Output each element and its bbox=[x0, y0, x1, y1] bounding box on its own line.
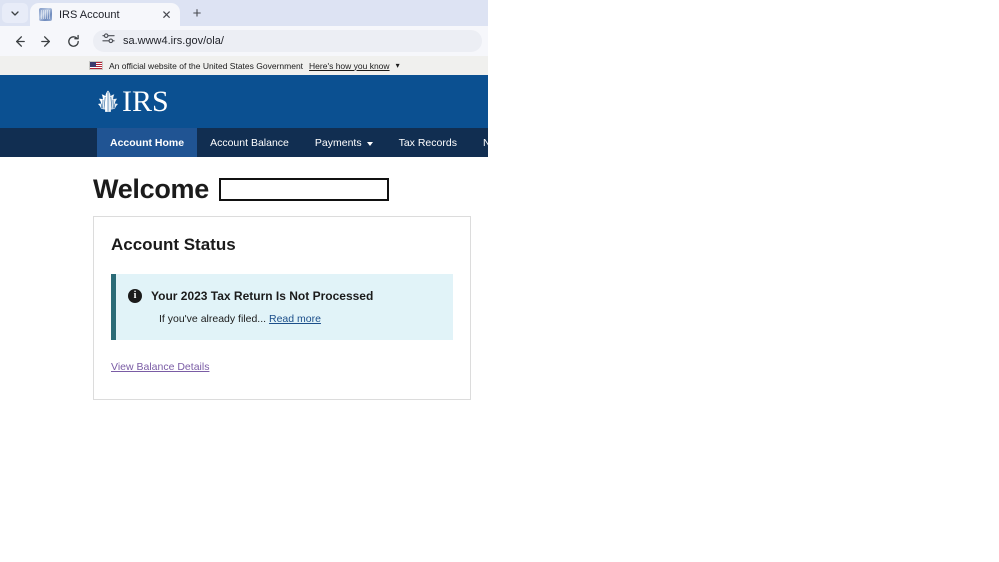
status-alert-body: If you've already filed... Read more bbox=[128, 313, 439, 325]
nav-label: Tax Records bbox=[398, 136, 457, 149]
usa-banner-text: An official website of the United States… bbox=[109, 60, 304, 71]
nav-item-account-balance[interactable]: Account Balance bbox=[197, 128, 302, 157]
status-alert-title: Your 2023 Tax Return Is Not Processed bbox=[151, 289, 374, 303]
nav-item-account-home[interactable]: Account Home bbox=[97, 128, 198, 157]
reload-button[interactable] bbox=[60, 28, 86, 54]
nav-item-tax-records[interactable]: Tax Records bbox=[386, 128, 470, 157]
page-viewport: An official website of the United States… bbox=[0, 56, 488, 562]
tab-strip: IRS Account ✕ + bbox=[0, 0, 488, 26]
irs-logo-link[interactable]: IRS bbox=[93, 84, 169, 118]
main-content: Welcome Account Status i Your 2023 Tax R… bbox=[0, 157, 488, 400]
us-flag-icon bbox=[89, 61, 103, 70]
heres-how-you-know-link[interactable]: Here's how you know bbox=[309, 61, 390, 71]
info-icon: i bbox=[128, 289, 142, 303]
nav-label: Payments bbox=[314, 136, 362, 149]
usa-official-banner: An official website of the United States… bbox=[0, 56, 488, 75]
chevron-down-icon bbox=[10, 8, 20, 18]
chevron-down-icon bbox=[366, 141, 373, 146]
irs-eagle-icon bbox=[93, 87, 123, 117]
irs-wordmark: IRS bbox=[122, 84, 169, 118]
address-bar[interactable]: sa.www4.irs.gov/ola/ bbox=[93, 30, 482, 52]
status-alert-text: If you've already filed... bbox=[159, 313, 267, 325]
tune-sliders-icon[interactable] bbox=[102, 32, 115, 50]
url-text: sa.www4.irs.gov/ola/ bbox=[123, 35, 224, 47]
primary-navigation: Account Home Account Balance Payments Ta… bbox=[0, 128, 488, 157]
arrow-right-icon bbox=[39, 34, 54, 49]
chevron-down-icon[interactable]: ▾ bbox=[396, 61, 400, 70]
new-tab-button[interactable]: + bbox=[186, 2, 208, 24]
irs-favicon bbox=[39, 8, 52, 21]
account-status-card: Account Status i Your 2023 Tax Return Is… bbox=[93, 216, 471, 400]
back-button[interactable] bbox=[6, 28, 32, 54]
browser-window: IRS Account ✕ + sa.www4.irs.gov/ola/ An … bbox=[0, 0, 488, 562]
page-title: Welcome bbox=[93, 174, 209, 204]
arrow-left-icon bbox=[12, 34, 27, 49]
status-alert-header: i Your 2023 Tax Return Is Not Processed bbox=[128, 289, 439, 303]
status-alert: i Your 2023 Tax Return Is Not Processed … bbox=[111, 274, 453, 340]
nav-label: Notices bbox=[482, 136, 488, 149]
nav-item-payments[interactable]: Payments bbox=[302, 128, 386, 157]
tab-search-button[interactable] bbox=[2, 3, 28, 23]
forward-button[interactable] bbox=[33, 28, 59, 54]
nav-label: Account Home bbox=[110, 136, 185, 149]
account-status-title: Account Status bbox=[111, 235, 236, 254]
tab-title: IRS Account bbox=[59, 8, 120, 21]
irs-masthead: IRS bbox=[0, 75, 488, 128]
view-balance-details-link[interactable]: View Balance Details bbox=[111, 361, 209, 373]
close-icon[interactable]: ✕ bbox=[159, 7, 174, 22]
browser-tab[interactable]: IRS Account ✕ bbox=[30, 3, 180, 26]
reload-icon bbox=[66, 34, 81, 49]
browser-toolbar: sa.www4.irs.gov/ola/ bbox=[0, 26, 488, 56]
nav-item-notices[interactable]: Notices bbox=[470, 128, 488, 157]
welcome-row: Welcome bbox=[93, 176, 488, 203]
nav-label: Account Balance bbox=[210, 136, 289, 149]
welcome-name-field[interactable] bbox=[218, 178, 389, 201]
read-more-link[interactable]: Read more bbox=[269, 313, 321, 325]
